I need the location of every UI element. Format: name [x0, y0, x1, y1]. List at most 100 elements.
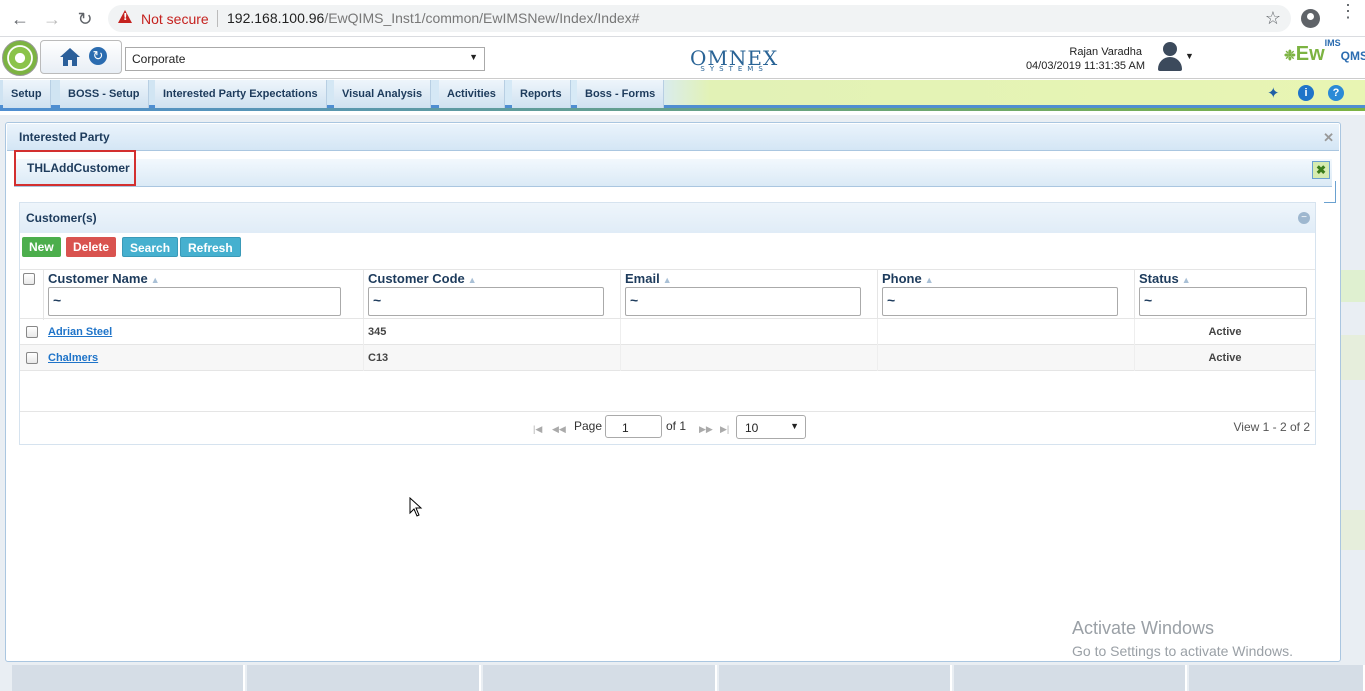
dialog-title-text: Interested Party: [19, 130, 110, 144]
background-cell: [1189, 665, 1365, 691]
menu-item-reports[interactable]: Reports: [512, 80, 571, 108]
menu-item-visual-analysis[interactable]: Visual Analysis: [334, 80, 432, 108]
grid-pager: |◀ ◀◀ Page 1 of 1 ▶▶ ▶| 10 ▼ View 1 - 2 o…: [20, 411, 1315, 445]
pin-icon[interactable]: ✦: [1267, 84, 1280, 102]
column-header-text: Phone: [882, 271, 922, 286]
customer-name-filter[interactable]: ~: [48, 287, 341, 316]
user-name: Rajan Varadha: [1069, 46, 1142, 58]
refresh-icon[interactable]: ↻: [89, 47, 107, 65]
back-arrow-icon[interactable]: ←: [10, 9, 30, 29]
email-cell: [621, 319, 878, 345]
email-filter[interactable]: ~: [625, 287, 861, 316]
customer-code-cell: 345: [364, 319, 621, 345]
background-cell: [483, 665, 717, 691]
first-page-icon[interactable]: |◀: [533, 424, 542, 435]
customer-name-link[interactable]: Adrian Steel: [44, 319, 364, 345]
column-phone[interactable]: Phone ▲ ~: [878, 270, 1135, 320]
column-header-text: Customer Name: [48, 271, 148, 286]
close-icon[interactable]: ✕: [1323, 130, 1334, 146]
search-button[interactable]: Search: [122, 237, 179, 257]
background-strip: [1341, 335, 1365, 380]
next-page-icon[interactable]: ▶▶: [699, 424, 713, 435]
customer-code-filter[interactable]: ~: [368, 287, 604, 316]
menu-item-boss-setup[interactable]: BOSS - Setup: [60, 80, 149, 108]
menu-item-activities[interactable]: Activities: [439, 80, 505, 108]
info-icon[interactable]: i: [1298, 85, 1314, 101]
page-number-input[interactable]: 1: [605, 415, 662, 438]
customer-name-link[interactable]: Chalmers: [44, 345, 364, 371]
chevron-down-icon: ▼: [790, 421, 799, 431]
column-header-text: Customer Code: [368, 271, 465, 286]
inner-dialog-border: [1324, 181, 1336, 203]
menu-item-setup[interactable]: Setup: [3, 80, 51, 108]
security-warning-text: Not secure: [141, 11, 209, 27]
column-header-label: Email ▲: [625, 271, 672, 286]
dialog-title: Interested Party: [7, 124, 1339, 151]
column-customer-code[interactable]: Customer Code ▲ ~: [364, 270, 621, 320]
background-cell: [954, 665, 1187, 691]
company-select[interactable]: Corporate ▼: [125, 47, 485, 71]
menu-item-interested-party-expectations[interactable]: Interested Party Expectations: [155, 80, 327, 108]
sort-icon[interactable]: ▲: [925, 275, 934, 285]
column-header-text: Email: [625, 271, 660, 286]
address-separator: [217, 10, 218, 27]
delete-button[interactable]: Delete: [66, 237, 117, 257]
table-row[interactable]: Chalmers C13 Active: [20, 345, 1315, 371]
status-filter[interactable]: ~: [1139, 287, 1307, 316]
help-icon[interactable]: ?: [1328, 85, 1344, 101]
last-page-icon[interactable]: ▶|: [720, 424, 729, 435]
home-icon[interactable]: [59, 46, 81, 68]
phone-cell: [878, 345, 1135, 371]
new-button[interactable]: New: [22, 237, 61, 257]
reload-icon[interactable]: ↻: [75, 9, 95, 29]
grid-header: Customer Name ▲ ~ Customer Code ▲ ~ Email ▲…: [20, 269, 1315, 320]
background-strip: [1341, 270, 1365, 302]
omnex-logo-sub: SYSTEMS: [700, 65, 768, 73]
url-text[interactable]: 192.168.100.96/EwQIMS_Inst1/common/EwIMS…: [227, 10, 639, 26]
prev-page-icon[interactable]: ◀◀: [552, 424, 566, 435]
sort-icon[interactable]: ▲: [151, 275, 160, 285]
user-avatar-icon[interactable]: [1156, 42, 1184, 72]
chevron-down-icon: ▼: [469, 52, 478, 62]
records-summary: View 1 - 2 of 2: [1233, 420, 1311, 434]
mouse-cursor-icon: [409, 497, 423, 517]
sort-icon[interactable]: ▲: [663, 275, 672, 285]
page-size-value: 10: [745, 421, 759, 435]
row-checkbox[interactable]: [26, 352, 38, 364]
company-select-value: Corporate: [132, 52, 186, 66]
column-header-label: Customer Name ▲: [48, 271, 160, 286]
select-all-checkbox[interactable]: [23, 273, 35, 285]
profile-icon[interactable]: [1301, 9, 1320, 28]
table-row[interactable]: Adrian Steel 345 Active: [20, 319, 1315, 345]
refresh-button[interactable]: Refresh: [180, 237, 241, 257]
sort-icon[interactable]: ▲: [468, 275, 477, 285]
row-checkbox[interactable]: [26, 326, 38, 338]
background-cell: [719, 665, 952, 691]
page-size-select[interactable]: 10 ▼: [736, 415, 806, 439]
row-select-cell: [20, 345, 44, 371]
collapse-icon[interactable]: −: [1298, 212, 1310, 224]
bookmark-star-icon[interactable]: ☆: [1265, 8, 1281, 29]
activate-windows-title: Activate Windows: [1072, 618, 1215, 638]
inner-dialog-titlebar: [14, 159, 1332, 187]
inner-close-icon[interactable]: ✖: [1312, 161, 1330, 179]
address-bar[interactable]: ! Not secure 192.168.100.96/EwQIMS_Inst1…: [108, 5, 1291, 32]
home-toolbar: ↻: [40, 40, 122, 74]
menu-item-boss-forms[interactable]: Boss - Forms: [577, 80, 665, 108]
forward-arrow-icon[interactable]: →: [42, 9, 62, 29]
column-customer-name[interactable]: Customer Name ▲ ~: [44, 270, 364, 320]
column-email[interactable]: Email ▲ ~: [621, 270, 878, 320]
column-header-label: Status ▲: [1139, 271, 1191, 286]
column-header-text: Status: [1139, 271, 1179, 286]
browser-menu-icon[interactable]: ⋮: [1339, 2, 1357, 20]
sort-icon[interactable]: ▲: [1182, 275, 1191, 285]
browser-toolbar: ← → ↻ ! Not secure 192.168.100.96/EwQIMS…: [0, 0, 1365, 37]
menu-stripe: [0, 108, 1365, 111]
ewqms-logo-sup: IMS: [1324, 38, 1341, 49]
ewqms-logo-tail: QMS: [1340, 49, 1365, 63]
phone-filter[interactable]: ~: [882, 287, 1118, 316]
user-menu-caret-icon[interactable]: ▼: [1185, 51, 1194, 61]
column-status[interactable]: Status ▲ ~: [1135, 270, 1315, 320]
status-cell: Active: [1208, 326, 1242, 338]
status-cell: Active: [1208, 352, 1242, 364]
